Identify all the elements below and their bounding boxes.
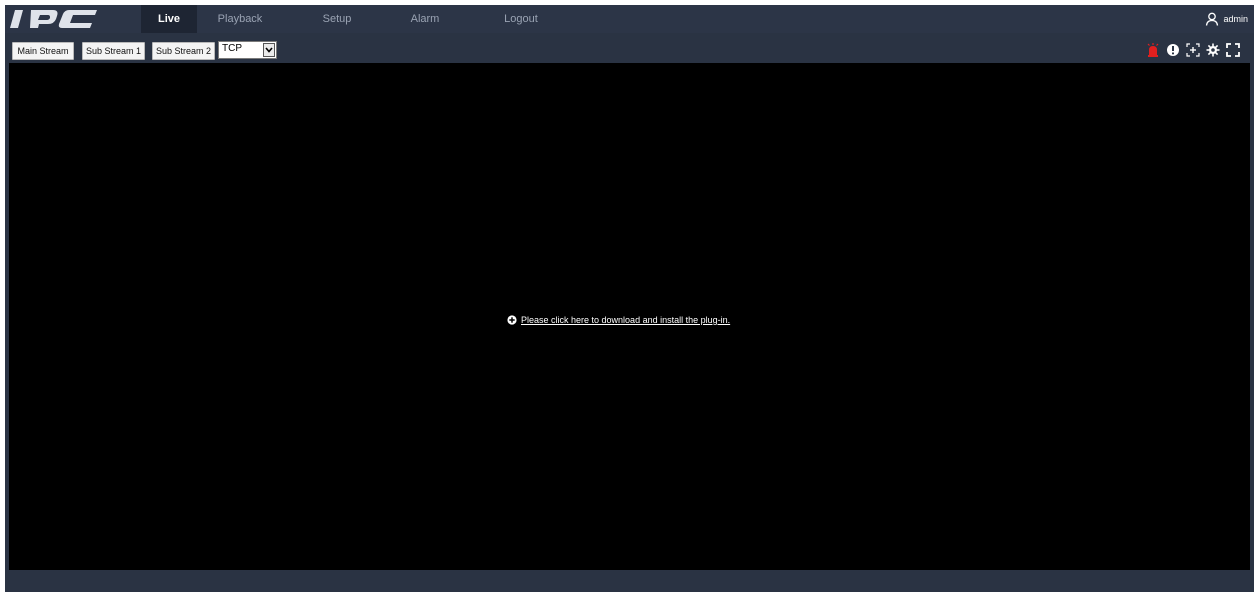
nav-alarm[interactable]: Alarm [402,5,448,33]
user-menu[interactable]: admin [1205,5,1248,33]
footer-bar [5,570,1254,592]
settings-icon[interactable] [1206,43,1220,57]
nav-live[interactable]: Live [141,5,197,33]
plugin-download-link[interactable]: Please click here to download and instal… [507,315,730,325]
sub-stream-2-button[interactable]: Sub Stream 2 [152,42,215,60]
stream-toolbar: Main Stream Sub Stream 1 Sub Stream 2 TC… [5,33,1254,63]
alarm-icon[interactable] [1146,43,1160,57]
nav-setup[interactable]: Setup [313,5,361,33]
zoom-icon[interactable] [1186,43,1200,57]
sub-stream-1-button[interactable]: Sub Stream 1 [82,42,145,60]
info-icon[interactable] [1166,43,1180,57]
protocol-value: TCP [222,43,242,54]
nav-playback[interactable]: Playback [211,5,269,33]
chevron-down-icon[interactable] [263,43,275,57]
user-name: admin [1223,14,1248,24]
app-window: Live Playback Setup Alarm Logout admin M… [5,5,1254,592]
ipc-logo [10,10,97,28]
plus-circle-icon [507,315,517,325]
user-icon [1206,12,1219,26]
nav-logout[interactable]: Logout [495,5,547,33]
live-video-area[interactable]: Please click here to download and instal… [9,63,1250,570]
fullscreen-icon[interactable] [1226,43,1240,57]
video-tool-icons [1146,42,1240,58]
protocol-select[interactable]: TCP [218,41,277,59]
main-stream-button[interactable]: Main Stream [12,42,74,60]
plugin-message: Please click here to download and instal… [521,315,731,325]
top-navigation: Live Playback Setup Alarm Logout admin [5,5,1254,33]
